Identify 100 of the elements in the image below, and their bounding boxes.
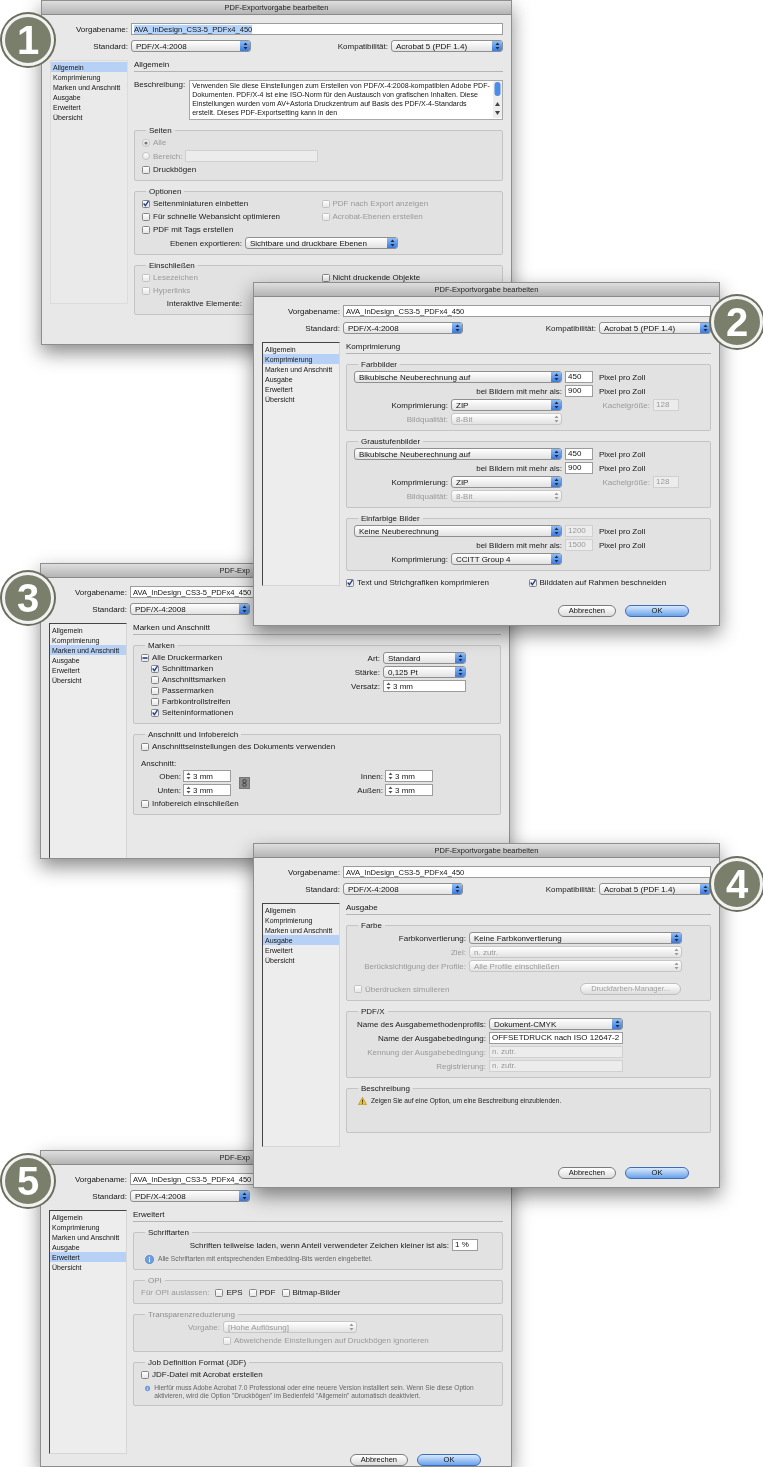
updown-arrows-icon: [348, 1323, 354, 1331]
radio-label: Alle: [153, 138, 167, 147]
input-field[interactable]: 450: [565, 448, 593, 460]
checkbox[interactable]: [141, 1370, 149, 1379]
dropdown[interactable]: 0,125 Pt: [383, 666, 466, 678]
field-label: Für OPI auslassen:: [141, 1288, 210, 1297]
field-label: Art:: [366, 653, 380, 663]
checkbox-label: Seiteninformationen: [162, 708, 234, 717]
group-title: Farbbilder: [360, 360, 398, 369]
page-heading: Komprimierung: [346, 342, 711, 354]
chain-link-button[interactable]: [239, 777, 250, 789]
checkbox-label: Bilddaten auf Rahmen beschneiden: [539, 578, 667, 587]
field-label: Anschnitt:: [141, 759, 177, 768]
dropdown[interactable]: Bikubische Neuberechnung auf: [354, 448, 562, 460]
input-field[interactable]: 900: [565, 385, 593, 397]
checkbox[interactable]: [142, 225, 150, 234]
dropdown[interactable]: Acrobat 5 (PDF 1.4): [391, 40, 503, 52]
stepper-field[interactable]: 3 mm: [183, 770, 231, 782]
checkbox-label: PDF mit Tags erstellen: [153, 225, 234, 234]
checkbox[interactable]: [346, 578, 354, 587]
checkbox[interactable]: [321, 273, 330, 282]
dropdown[interactable]: Keine Farbkonvertierung: [469, 932, 682, 944]
dropdown[interactable]: PDF/X-4:2008: [130, 1190, 250, 1202]
page-heading: Erweitert: [133, 1210, 503, 1222]
stepper-field[interactable]: 3 mm: [183, 784, 231, 796]
checkbox[interactable]: [151, 697, 159, 706]
page-heading: Ausgabe: [346, 903, 711, 915]
dropdown[interactable]: Keine Neuberechnung: [354, 525, 562, 537]
stepper-arrows-icon: [186, 772, 191, 780]
stepper-arrows-icon: [388, 772, 393, 780]
dropdown[interactable]: Dokument-CMYK: [489, 1018, 623, 1030]
checkbox-label: Druckbögen: [153, 165, 197, 174]
checkbox[interactable]: [528, 578, 537, 587]
field-label: Komprimierung:: [390, 554, 448, 564]
updown-arrows-icon: [553, 373, 559, 381]
group-title: Einfarbige Bilder: [360, 514, 421, 523]
stepper-field[interactable]: 3 mm: [383, 680, 466, 692]
checkbox[interactable]: [151, 675, 159, 684]
group-title: Transparenzreduzierung: [147, 1310, 236, 1319]
field-label: Vorgabename:: [73, 1174, 127, 1184]
field-label: bei Bildern mit mehr als:: [475, 540, 562, 550]
scrollbar[interactable]: [493, 81, 502, 118]
dropdown[interactable]: PDF/X-4:2008: [130, 603, 250, 615]
stepper-field[interactable]: 3 mm: [385, 770, 433, 782]
field-label: Schriften teilweise laden, wenn Anteil verwendeter Zeichen kleiner ist als:: [188, 1240, 449, 1250]
checkbox-label: Überdrucken simulieren: [365, 984, 450, 994]
field-label: Unten:: [156, 785, 181, 795]
updown-arrows-icon: [457, 654, 463, 662]
field-label: Bildqualität:: [405, 414, 448, 424]
checkbox[interactable]: [142, 165, 150, 174]
checkbox[interactable]: [151, 686, 159, 695]
updown-arrows-icon: [241, 1192, 247, 1200]
field-label: Vorgabename:: [74, 24, 128, 34]
updown-arrows-icon: [673, 962, 679, 970]
unit-label: Pixel pro Zoll: [598, 386, 646, 396]
dropdown[interactable]: CCITT Group 4: [451, 553, 562, 565]
warning-icon: [358, 1097, 367, 1105]
dropdown[interactable]: Bikubische Neuberechnung auf: [354, 371, 562, 383]
dropdown[interactable]: Acrobat 5 (PDF 1.4): [599, 322, 711, 334]
field-label: Innen:: [359, 771, 383, 781]
input-field[interactable]: 1 %: [452, 1239, 478, 1251]
dropdown[interactable]: ZIP: [451, 399, 562, 411]
checkbox-label: Text und Strichgrafiken komprimieren: [357, 578, 490, 587]
checkbox[interactable]: [151, 708, 159, 717]
stepper-arrows-icon: [186, 786, 191, 794]
checkbox-label: Passermarken: [162, 686, 214, 695]
checkbox-label: Für schnelle Webansicht optimieren: [153, 212, 281, 221]
dropdown[interactable]: Sichtbare und druckbare Ebenen: [245, 237, 398, 249]
group-title: Farbe: [360, 921, 383, 930]
checkbox-label: Hyperlinks: [153, 286, 191, 295]
checkbox-label: PDF nach Export anzeigen: [332, 199, 429, 208]
dropdown[interactable]: PDF/X-4:2008: [131, 40, 251, 52]
field-label: Komprimierung:: [390, 400, 448, 410]
checkbox[interactable]: [141, 799, 149, 808]
input-field[interactable]: 450: [565, 371, 593, 383]
stepper-field[interactable]: 3 mm: [385, 784, 433, 796]
input-field[interactable]: OFFSETDRUCK nach ISO 12647-2: [489, 1032, 623, 1044]
updown-arrows-icon: [553, 492, 559, 500]
dropdown[interactable]: Acrobat 5 (PDF 1.4): [599, 883, 711, 895]
updown-arrows-icon: [494, 42, 500, 50]
step-number-badge: 1: [2, 14, 54, 66]
checkbox-label: Lesezeichen: [153, 273, 198, 282]
checkbox[interactable]: [141, 653, 149, 662]
field-label: Ziel:: [449, 947, 466, 957]
field-label: Kachelgröße:: [602, 477, 650, 487]
updown-arrows-icon: [702, 324, 708, 332]
dropdown[interactable]: ZIP: [451, 476, 562, 488]
field-label: Komprimierung:: [390, 477, 448, 487]
group-title: Seiten: [148, 126, 173, 135]
dropdown[interactable]: Standard: [383, 652, 466, 664]
updown-arrows-icon: [553, 527, 559, 535]
dropdown[interactable]: PDF/X-4:2008: [343, 322, 463, 334]
input-field[interactable]: 900: [565, 462, 593, 474]
dropdown[interactable]: PDF/X-4:2008: [343, 883, 463, 895]
group-title: Optionen: [148, 187, 183, 196]
checkbox-label: Acrobat-Ebenen erstellen: [332, 212, 423, 221]
checkbox[interactable]: [151, 664, 159, 673]
checkbox[interactable]: [142, 199, 150, 208]
checkbox[interactable]: [142, 212, 150, 221]
checkbox[interactable]: [141, 742, 149, 751]
